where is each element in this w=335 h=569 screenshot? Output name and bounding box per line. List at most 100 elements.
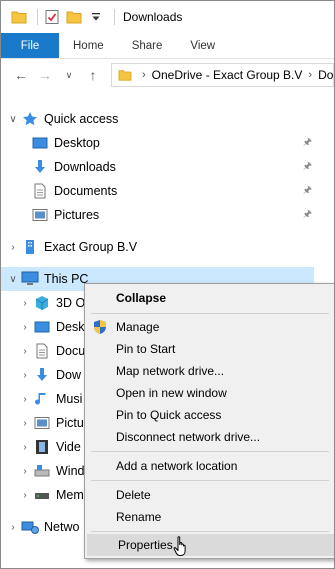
computer-icon bbox=[21, 270, 39, 288]
menu-item-manage[interactable]: Manage bbox=[85, 316, 334, 338]
breadcrumb-onedrive[interactable]: OneDrive - Exact Group B.V bbox=[152, 68, 303, 82]
cube-3d-icon bbox=[33, 294, 51, 312]
tree-item-pictures[interactable]: Pictures 🖈 bbox=[1, 203, 334, 227]
drive-icon bbox=[33, 462, 51, 480]
hand-pointer-cursor-icon bbox=[173, 536, 186, 556]
chevron-down-icon[interactable]: ∨ bbox=[5, 274, 21, 285]
menu-item-open-new-window[interactable]: Open in new window bbox=[85, 382, 334, 404]
ribbon-tabs: File Home Share View bbox=[1, 33, 334, 59]
breadcrumb-downloads[interactable]: Dow bbox=[318, 68, 333, 82]
pictures-icon bbox=[31, 206, 49, 224]
tree-label: Exact Group B.V bbox=[44, 240, 138, 254]
menu-item-collapse[interactable]: Collapse bbox=[85, 287, 334, 309]
chevron-right-icon[interactable]: › bbox=[5, 522, 21, 533]
tree-label: Pictu bbox=[56, 416, 84, 430]
menu-item-properties[interactable]: Properties bbox=[87, 534, 334, 556]
document-icon bbox=[31, 182, 49, 200]
chevron-right-icon[interactable]: › bbox=[17, 322, 33, 333]
chevron-right-icon[interactable]: › bbox=[17, 442, 33, 453]
tree-item-downloads[interactable]: Downloads 🖈 bbox=[1, 155, 334, 179]
tree-label: Pictures bbox=[54, 208, 100, 222]
explorer-window: Downloads File Home Share View ← → ∨ ↑ ›… bbox=[0, 0, 335, 569]
menu-item-pin-quick-access[interactable]: Pin to Quick access bbox=[85, 404, 334, 426]
menu-item-map-network-drive[interactable]: Map network drive... bbox=[85, 360, 334, 382]
chevron-right-icon[interactable]: › bbox=[17, 466, 33, 477]
tree-label: Quick access bbox=[44, 112, 119, 126]
tree-label: Docu bbox=[56, 344, 86, 358]
menu-separator bbox=[91, 313, 329, 314]
building-icon bbox=[21, 238, 39, 256]
menu-item-disconnect-network-drive[interactable]: Disconnect network drive... bbox=[85, 426, 334, 448]
menu-item-delete[interactable]: Delete bbox=[85, 484, 334, 506]
tree-label: Downloads bbox=[54, 160, 116, 174]
menu-item-label: Manage bbox=[116, 320, 160, 334]
tree-label: Vide bbox=[56, 440, 81, 454]
tab-view[interactable]: View bbox=[176, 33, 229, 58]
menu-separator bbox=[91, 531, 329, 532]
up-arrow-icon[interactable]: ↑ bbox=[83, 65, 103, 85]
recent-locations-chevron-icon[interactable]: ∨ bbox=[59, 65, 79, 85]
tree-label: Desk bbox=[56, 320, 85, 334]
tab-file[interactable]: File bbox=[1, 33, 59, 58]
menu-item-rename[interactable]: Rename bbox=[85, 506, 334, 528]
tree-label: Musi bbox=[56, 392, 83, 406]
chevron-right-icon[interactable]: › bbox=[17, 490, 33, 501]
tree-item-desktop[interactable]: Desktop 🖈 bbox=[1, 131, 334, 155]
chevron-down-icon[interactable]: ∨ bbox=[5, 114, 21, 125]
context-menu: Collapse Manage Pin to Start Map network… bbox=[84, 283, 334, 559]
menu-item-add-network-location[interactable]: Add a network location bbox=[85, 455, 334, 477]
menu-item-pin-to-start[interactable]: Pin to Start bbox=[85, 338, 334, 360]
tree-item-documents[interactable]: Documents 🖈 bbox=[1, 179, 334, 203]
address-path-box[interactable]: › OneDrive - Exact Group B.V › Dow bbox=[111, 63, 334, 87]
chevron-right-icon[interactable]: › bbox=[17, 394, 33, 405]
tab-home[interactable]: Home bbox=[59, 33, 118, 58]
chevron-right-icon[interactable]: › bbox=[17, 418, 33, 429]
breadcrumb-separator-icon[interactable]: › bbox=[308, 69, 312, 81]
tree-label: 3D O bbox=[56, 296, 86, 310]
title-separator bbox=[37, 9, 38, 25]
music-note-icon bbox=[33, 390, 51, 408]
forward-arrow-icon[interactable]: → bbox=[35, 65, 55, 85]
memory-card-icon bbox=[33, 486, 51, 504]
tree-label: Mem bbox=[56, 488, 84, 502]
title-bar: Downloads bbox=[1, 1, 334, 33]
tree-item-exact-group[interactable]: › Exact Group B.V bbox=[1, 235, 334, 259]
film-strip-icon bbox=[33, 438, 51, 456]
pin-icon[interactable]: 🖈 bbox=[303, 207, 312, 224]
customize-toolbar-dropdown-icon[interactable] bbox=[88, 9, 104, 25]
title-separator bbox=[114, 9, 115, 25]
chevron-right-icon[interactable]: › bbox=[17, 370, 33, 381]
pin-icon[interactable]: 🖈 bbox=[303, 135, 312, 152]
tree-label: Netwo bbox=[44, 520, 80, 534]
tree-label: Wind bbox=[56, 464, 85, 478]
desktop-icon bbox=[31, 134, 49, 152]
star-icon bbox=[21, 110, 39, 128]
tree-item-quick-access[interactable]: ∨ Quick access bbox=[1, 107, 334, 131]
pin-icon[interactable]: 🖈 bbox=[303, 183, 312, 200]
document-icon bbox=[33, 342, 51, 360]
address-bar: ← → ∨ ↑ › OneDrive - Exact Group B.V › D… bbox=[1, 59, 334, 91]
menu-separator bbox=[91, 451, 329, 452]
folder-icon bbox=[118, 66, 132, 84]
desktop-icon bbox=[33, 318, 51, 336]
network-icon bbox=[21, 518, 39, 536]
download-arrow-icon bbox=[31, 158, 49, 176]
chevron-right-icon[interactable]: › bbox=[17, 346, 33, 357]
back-arrow-icon[interactable]: ← bbox=[11, 65, 31, 85]
folder-icon[interactable] bbox=[11, 9, 27, 25]
tree-label: This PC bbox=[44, 272, 89, 286]
tab-share[interactable]: Share bbox=[118, 33, 177, 58]
tree-label: Dow bbox=[56, 368, 82, 382]
new-folder-icon[interactable] bbox=[66, 9, 82, 25]
tree-label: Documents bbox=[54, 184, 118, 198]
uac-shield-icon bbox=[94, 320, 106, 334]
breadcrumb-separator-icon[interactable]: › bbox=[142, 69, 146, 81]
properties-checkmark-icon[interactable] bbox=[44, 9, 60, 25]
menu-separator bbox=[91, 480, 329, 481]
chevron-right-icon[interactable]: › bbox=[5, 242, 21, 253]
chevron-right-icon[interactable]: › bbox=[17, 298, 33, 309]
window-title: Downloads bbox=[123, 10, 183, 24]
download-arrow-icon bbox=[33, 366, 51, 384]
pin-icon[interactable]: 🖈 bbox=[303, 159, 312, 176]
tree-label: Desktop bbox=[54, 136, 100, 150]
